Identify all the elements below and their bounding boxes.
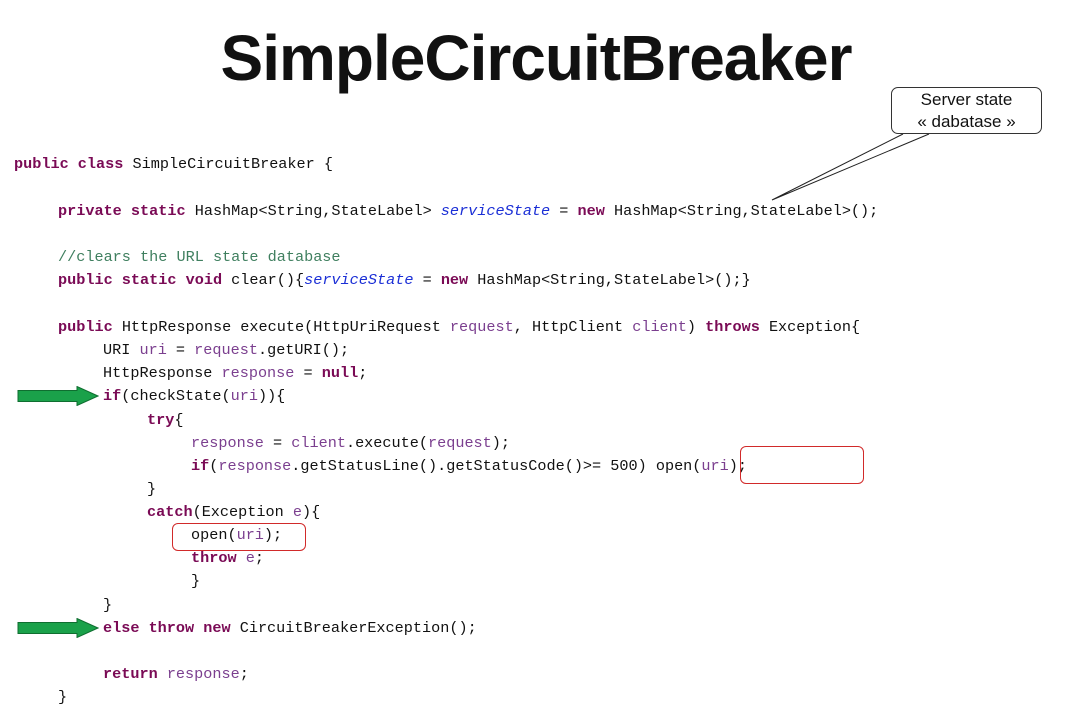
code-line: response = client.execute(request); — [191, 434, 511, 452]
code-line: public HttpResponse execute(HttpUriReque… — [58, 318, 861, 336]
code-line: HttpResponse response = null; — [103, 364, 368, 382]
code-line: } — [147, 480, 157, 498]
code-line: URI uri = request.getURI(); — [103, 341, 350, 359]
code-line: if(checkState(uri)){ — [103, 387, 286, 405]
code-comment: //clears the URL state database — [58, 248, 341, 266]
code-line: } — [58, 688, 68, 706]
code-line: else throw new CircuitBreakerException()… — [103, 619, 477, 637]
code-line: catch(Exception e){ — [147, 503, 321, 521]
code-line: } — [191, 572, 201, 590]
code-line: throw e; — [191, 549, 264, 567]
code-line: private static HashMap<String,StateLabel… — [58, 202, 879, 220]
green-right-arrow-icon — [17, 618, 99, 638]
code-line: if(response.getStatusLine().getStatusCod… — [191, 457, 747, 475]
callout-line-2: « dabatase » — [917, 112, 1016, 131]
highlight-box-open-uri — [740, 446, 864, 484]
callout-line-1: Server state — [920, 90, 1013, 109]
code-line: public class SimpleCircuitBreaker { — [14, 155, 333, 173]
highlight-box-open-uri-catch — [172, 523, 306, 551]
code-line: try{ — [147, 411, 184, 429]
slide-title: SimpleCircuitBreaker — [220, 22, 853, 94]
code-line: return response; — [103, 665, 249, 683]
green-right-arrow-icon — [17, 386, 99, 406]
code-line: } — [103, 596, 113, 614]
code-line: public static void clear(){serviceState … — [58, 271, 751, 289]
callout-box: Server state « dabatase » — [891, 87, 1042, 134]
